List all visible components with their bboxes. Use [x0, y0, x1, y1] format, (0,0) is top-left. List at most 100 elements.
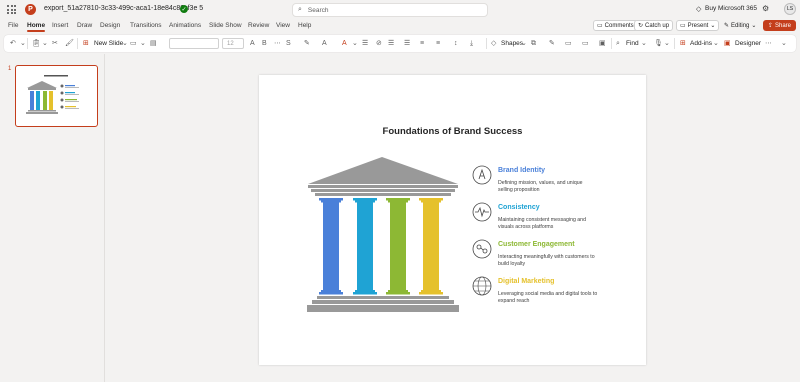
find-button[interactable]: Find: [626, 39, 639, 48]
thumbnail-preview: [26, 75, 79, 114]
paste-dropdown-icon[interactable]: ⌄: [42, 39, 48, 48]
tab-view[interactable]: View: [276, 22, 290, 29]
tab-slide-show[interactable]: Slide Show: [209, 22, 242, 29]
shapes-button[interactable]: Shapes: [501, 39, 523, 48]
slide-thumbnail[interactable]: [15, 65, 98, 127]
engagement-icon: [472, 239, 492, 259]
layout-dropdown-icon[interactable]: ⌄: [140, 39, 146, 48]
new-slide-dropdown-icon[interactable]: ⌄: [122, 39, 128, 48]
item-title-customer-engagement[interactable]: Customer Engagement: [498, 241, 575, 248]
settings-gear-icon[interactable]: ⚙: [762, 4, 769, 13]
user-avatar[interactable]: LS: [784, 3, 796, 15]
app-launcher-icon[interactable]: [7, 5, 16, 14]
shape-fill-icon[interactable]: ▭: [565, 39, 572, 48]
tab-help[interactable]: Help: [298, 22, 311, 29]
designer-icon[interactable]: ▣: [724, 39, 731, 48]
editing-mode-button[interactable]: ✎ Editing ⌄: [721, 20, 759, 31]
undo-icon[interactable]: ↶: [10, 39, 16, 48]
paste-icon[interactable]: 📋︎: [32, 39, 41, 48]
comment-icon: ▭: [597, 23, 603, 29]
slide[interactable]: Foundations of Brand Success Brand Ident…: [259, 75, 646, 365]
dictate-dropdown-icon[interactable]: ⌄: [664, 39, 670, 48]
bold-icon[interactable]: B: [262, 39, 267, 48]
item-desc-consistency[interactable]: Maintaining consistent messaging and vis…: [498, 217, 598, 230]
item-desc-brand-identity[interactable]: Defining mission, values, and unique sel…: [498, 180, 598, 193]
undo-dropdown-icon[interactable]: ⌄: [20, 39, 26, 48]
align-center-icon[interactable]: ≡: [436, 39, 440, 48]
slide-number: 1: [8, 66, 12, 72]
font-family-select[interactable]: [169, 38, 219, 49]
format-painter-icon[interactable]: 🖌︎: [65, 39, 74, 48]
pillar-digital-marketing: [423, 202, 439, 290]
shape-effects-icon[interactable]: ▣: [599, 39, 606, 48]
designer-button[interactable]: Designer: [735, 39, 761, 48]
share-button[interactable]: ⇪ Share: [763, 20, 796, 31]
item-title-consistency[interactable]: Consistency: [498, 204, 540, 211]
align-left-icon[interactable]: ≡: [420, 39, 424, 48]
tab-design[interactable]: Design: [100, 22, 120, 29]
tab-insert[interactable]: Insert: [52, 22, 68, 29]
layout-icon[interactable]: ▭: [130, 39, 137, 48]
font-size-select[interactable]: 12: [222, 38, 244, 49]
shape-outline-icon[interactable]: ▭: [582, 39, 589, 48]
comments-button[interactable]: ▭ Comments: [593, 20, 638, 31]
ribbon-collapse-icon[interactable]: ⌄: [781, 39, 787, 48]
slide-title[interactable]: Foundations of Brand Success: [259, 126, 646, 137]
saved-status-icon[interactable]: ✓: [180, 5, 188, 13]
globe-icon: [472, 276, 492, 296]
add-ins-dropdown-icon[interactable]: ⌄: [713, 39, 719, 48]
ribbon-more-icon[interactable]: ⋯: [765, 39, 772, 48]
ribbon-toolbar: ↶ ⌄ 📋︎ ⌄ ✂ 🖌︎ ⊞ New Slide ⌄ ▭ ⌄ ▤ 12 A B…: [4, 35, 796, 52]
numbered-list-icon[interactable]: ☰: [404, 39, 410, 48]
section-icon[interactable]: ▤: [150, 39, 157, 48]
search-box[interactable]: ⌕: [292, 3, 488, 17]
item-title-digital-marketing[interactable]: Digital Marketing: [498, 278, 554, 285]
temple-graphic[interactable]: [305, 156, 461, 316]
shapes-dropdown-icon[interactable]: ⌄: [521, 39, 527, 48]
new-slide-icon[interactable]: ⊞: [83, 39, 89, 48]
clear-format-icon[interactable]: ⊘: [376, 39, 382, 48]
powerpoint-logo-icon: P: [25, 4, 36, 15]
item-desc-customer-engagement[interactable]: Interacting meaningfully with customers …: [498, 254, 598, 267]
font-color-dropdown-icon[interactable]: ⌄: [352, 39, 358, 48]
pencil-icon: ✎: [724, 23, 730, 29]
strikethrough-icon[interactable]: S: [286, 39, 291, 48]
present-button[interactable]: ▭ Present ⌄: [676, 20, 720, 31]
bullet-list-icon[interactable]: ☰: [388, 39, 394, 48]
grow-font-icon[interactable]: A: [250, 39, 255, 48]
temple-roof-base: [308, 185, 458, 188]
temple-base: [317, 296, 449, 299]
buy-microsoft-365-link[interactable]: Buy Microsoft 365: [705, 5, 757, 12]
find-search-icon[interactable]: ⌕: [616, 39, 620, 48]
tab-transitions[interactable]: Transitions: [130, 22, 162, 29]
pulse-icon: [472, 202, 492, 222]
shapes-icon[interactable]: ◇: [491, 39, 496, 48]
tab-file[interactable]: File: [8, 22, 18, 29]
pane-divider[interactable]: [104, 54, 105, 382]
font-color-red-icon[interactable]: A: [342, 39, 347, 48]
add-ins-button[interactable]: Add-ins: [690, 39, 712, 48]
dictate-icon[interactable]: 🎙︎: [654, 39, 663, 48]
text-direction-icon[interactable]: ⤓: [470, 39, 473, 48]
tab-animations[interactable]: Animations: [169, 22, 201, 29]
find-dropdown-icon[interactable]: ⌄: [641, 39, 647, 48]
add-ins-icon[interactable]: ⊞: [680, 39, 686, 48]
new-slide-button[interactable]: New Slide: [94, 39, 123, 48]
tab-home[interactable]: Home: [27, 22, 46, 32]
catch-up-button[interactable]: ↻ Catch up: [634, 20, 674, 31]
tab-review[interactable]: Review: [248, 22, 269, 29]
search-input[interactable]: [307, 6, 468, 14]
item-desc-digital-marketing[interactable]: Leveraging social media and digital tool…: [498, 291, 598, 304]
share-icon: ⇪: [767, 23, 773, 29]
temple-roof: [308, 157, 458, 184]
bullets-icon[interactable]: ☰: [362, 39, 368, 48]
tab-draw[interactable]: Draw: [77, 22, 92, 29]
cut-icon[interactable]: ✂: [52, 39, 58, 48]
arrange-icon[interactable]: ⧉: [531, 39, 536, 48]
more-font-options-icon[interactable]: ⋯: [274, 39, 281, 48]
font-color-icon[interactable]: A: [322, 39, 327, 48]
highlight-icon[interactable]: ✎: [304, 39, 310, 48]
line-spacing-icon[interactable]: ↕: [454, 39, 458, 48]
quick-styles-icon[interactable]: ✎: [549, 39, 555, 48]
item-title-brand-identity[interactable]: Brand Identity: [498, 167, 545, 174]
